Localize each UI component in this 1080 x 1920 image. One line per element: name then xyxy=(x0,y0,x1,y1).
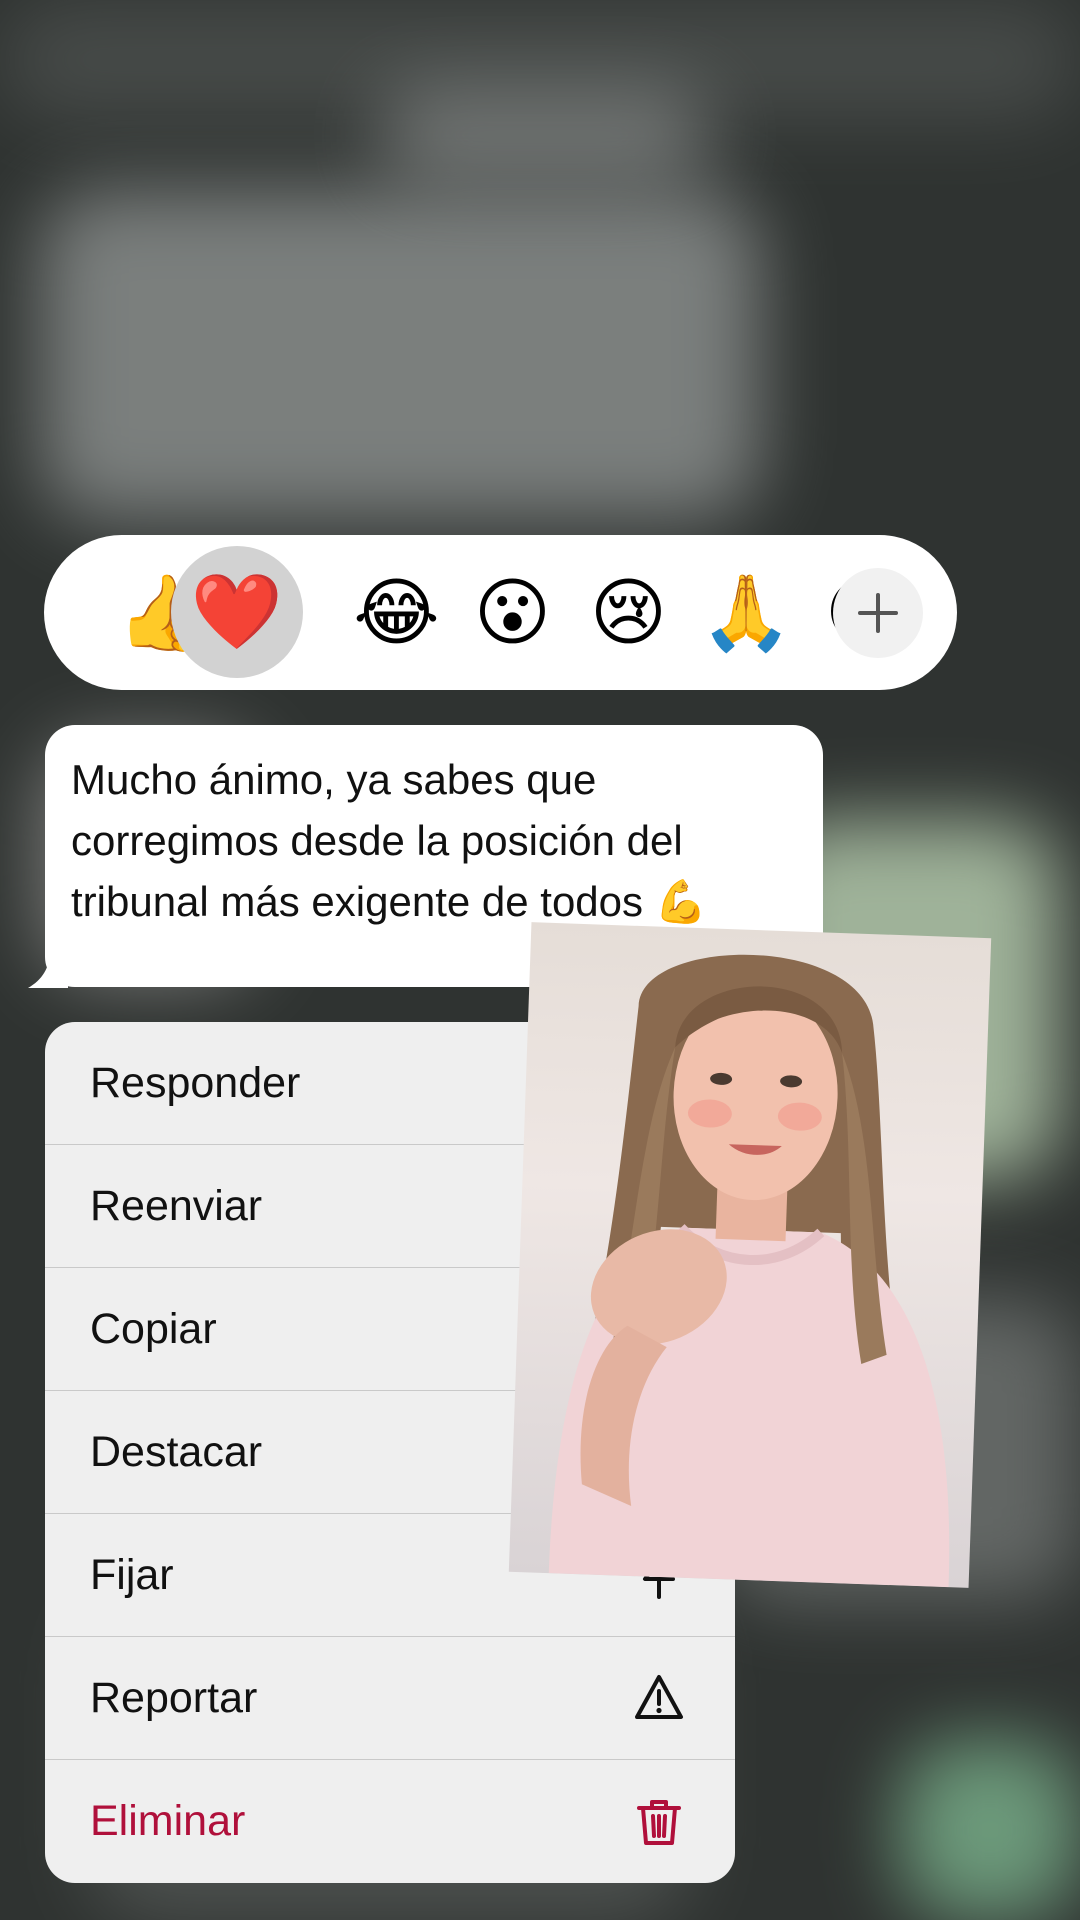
trash-icon xyxy=(637,1799,681,1845)
message-text: Mucho ánimo, ya sabes que corregimos des… xyxy=(71,756,707,925)
menu-item-delete[interactable]: Eliminar xyxy=(45,1760,735,1883)
presenter-overlay xyxy=(508,922,992,1588)
blurred-background xyxy=(380,90,710,180)
menu-item-label: Eliminar xyxy=(90,1797,246,1845)
chat-screen: 👍 ❤️ 😂 😮 😢 🙏 😏 Mucho ánimo, ya sabes que… xyxy=(0,0,1080,1920)
menu-item-label: Destacar xyxy=(90,1427,263,1476)
menu-item-label: Responder xyxy=(90,1058,301,1107)
reaction-laughing[interactable]: 😂 xyxy=(339,555,454,670)
plus-icon xyxy=(858,593,898,633)
reaction-praying[interactable]: 🙏 xyxy=(689,555,804,670)
menu-item-label: Copiar xyxy=(90,1304,217,1353)
blurred-background xyxy=(900,1740,1080,1920)
menu-item-label: Reportar xyxy=(90,1673,258,1722)
presenter-image xyxy=(548,954,950,1588)
warning-icon xyxy=(635,1675,683,1719)
menu-item-label: Reenviar xyxy=(90,1181,263,1230)
blurred-background xyxy=(40,190,760,520)
reaction-bar: 👍 ❤️ 😂 😮 😢 🙏 😏 xyxy=(44,535,957,690)
menu-item-label: Fijar xyxy=(90,1550,174,1599)
reaction-surprised[interactable]: 😮 xyxy=(455,555,570,670)
menu-item-report[interactable]: Reportar xyxy=(45,1637,735,1760)
reaction-crying[interactable]: 😢 xyxy=(571,555,686,670)
more-reactions-button[interactable] xyxy=(833,568,923,658)
reaction-heart[interactable]: ❤️ xyxy=(171,546,303,678)
